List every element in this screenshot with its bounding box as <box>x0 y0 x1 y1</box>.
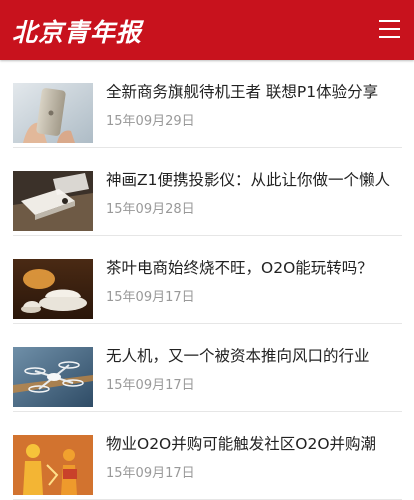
article-item[interactable]: 神画Z1便携投影仪：从此让你做一个懒人 15年09月28日 <box>0 148 414 236</box>
menu-bar <box>379 36 400 38</box>
projector-image[interactable] <box>13 171 93 231</box>
tea-image[interactable] <box>13 259 93 319</box>
drone-image[interactable] <box>13 347 93 407</box>
article-item[interactable]: 茶叶电商始终烧不旺，O2O能玩转吗？ 15年09月17日 <box>0 236 414 324</box>
menu-bar <box>379 28 400 30</box>
article-date: 15年09月28日 <box>106 202 195 217</box>
article-title[interactable]: 茶叶电商始终烧不旺，O2O能玩转吗？ <box>106 258 406 278</box>
o2o-figures-image[interactable] <box>13 435 93 495</box>
top-header: 北京青年报 <box>0 0 414 60</box>
article-date: 15年09月17日 <box>106 378 195 393</box>
menu-bar <box>379 20 400 22</box>
article-title[interactable]: 物业O2O并购可能触发社区O2O并购潮 <box>106 434 406 454</box>
article-title[interactable]: 全新商务旗舰待机王者 联想P1体验分享 <box>106 82 406 102</box>
article-item[interactable]: 物业O2O并购可能触发社区O2O并购潮 15年09月17日 <box>0 412 414 500</box>
article-item[interactable]: 无人机，又一个被资本推向风口的行业 15年09月17日 <box>0 324 414 412</box>
article-date: 15年09月17日 <box>106 290 195 305</box>
article-item[interactable]: 全新商务旗舰待机王者 联想P1体验分享 15年09月29日 <box>0 60 414 148</box>
article-date: 15年09月29日 <box>106 114 195 129</box>
article-title[interactable]: 无人机，又一个被资本推向风口的行业 <box>106 346 406 366</box>
site-logo[interactable]: 北京青年报 <box>12 13 142 49</box>
hamburger-menu-icon[interactable] <box>379 19 400 39</box>
phone-in-hand-image[interactable] <box>13 83 93 143</box>
article-date: 15年09月17日 <box>106 466 195 481</box>
article-title[interactable]: 神画Z1便携投影仪：从此让你做一个懒人 <box>106 170 406 190</box>
